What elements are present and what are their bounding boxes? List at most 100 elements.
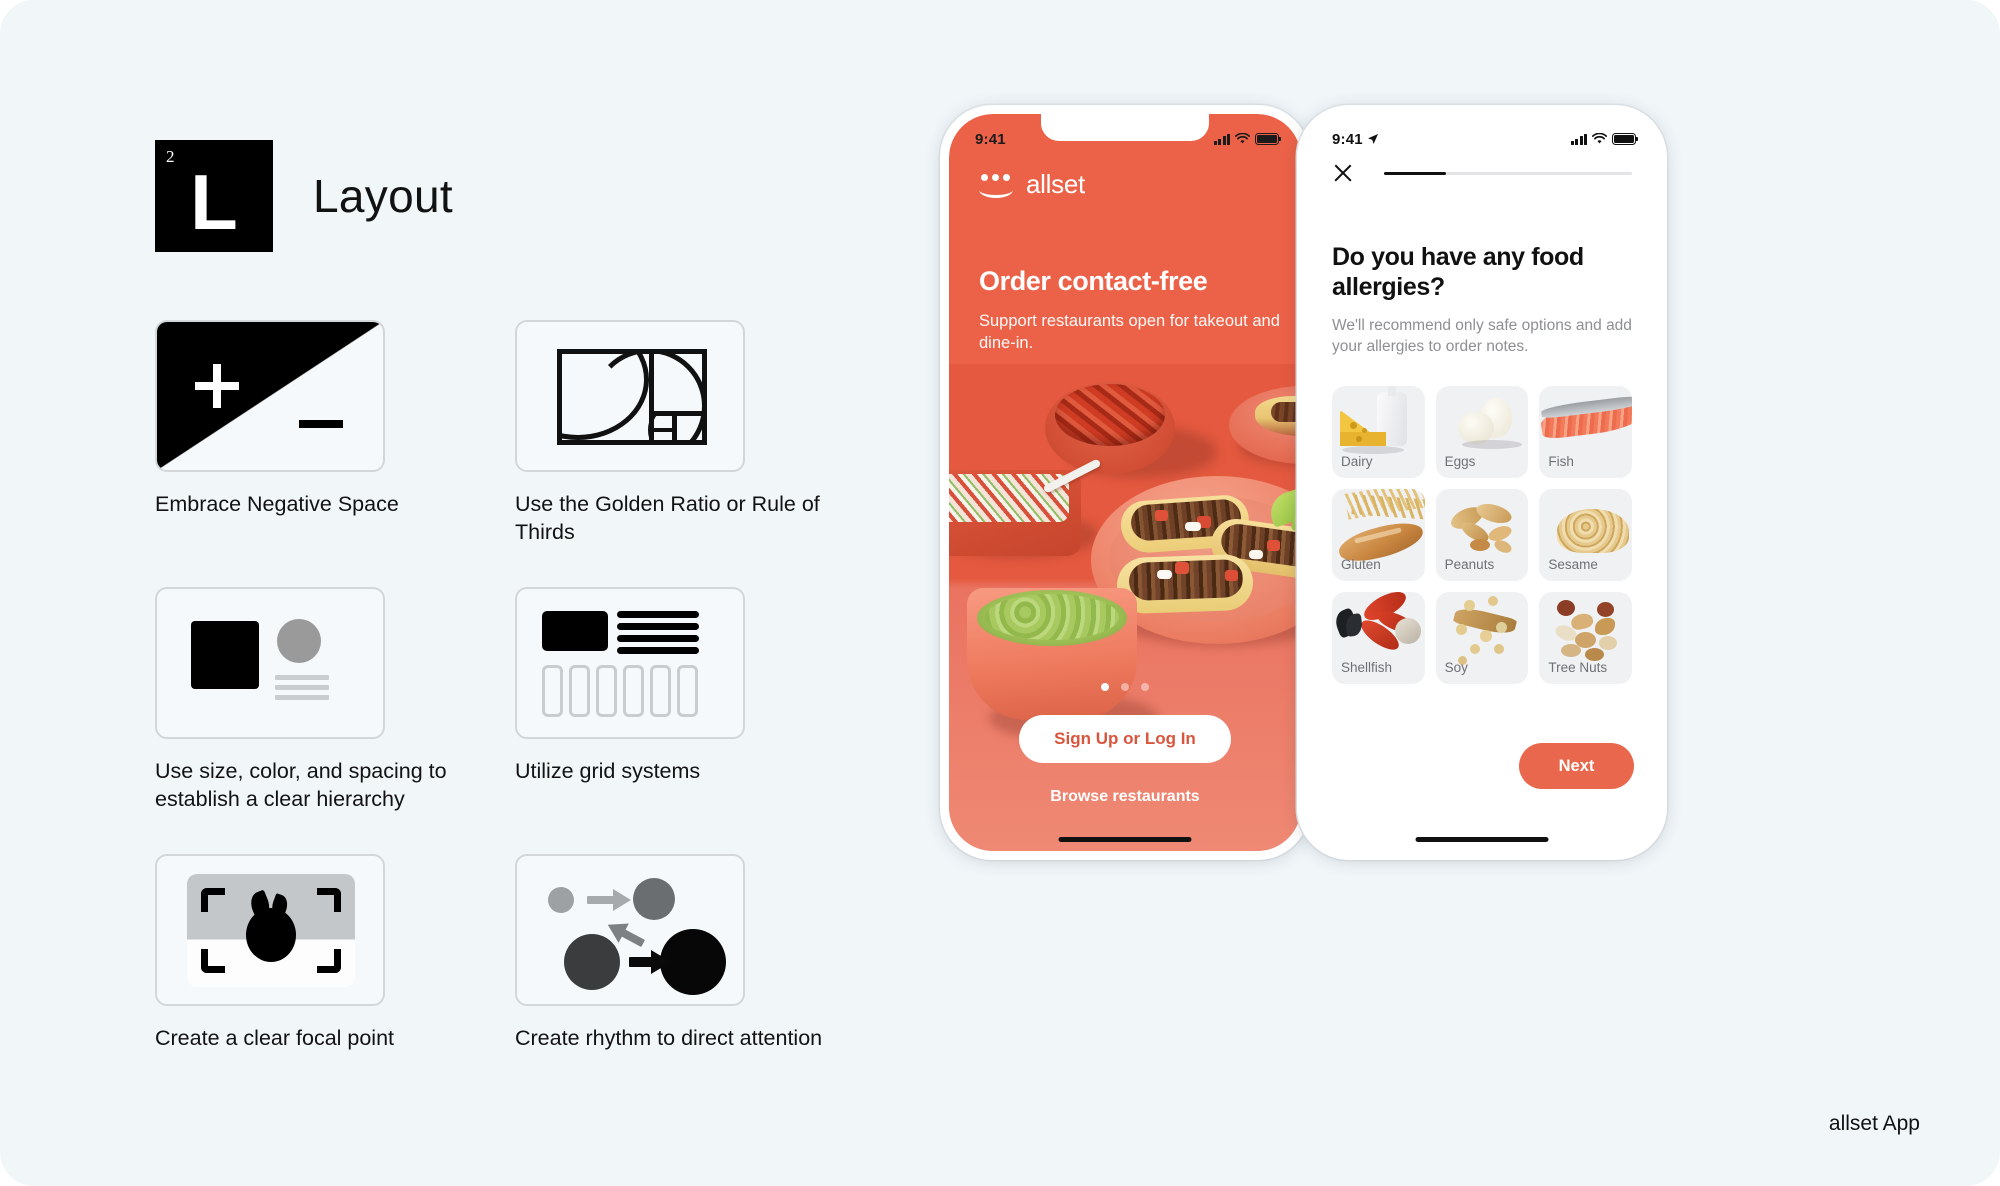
viewfinder-frame xyxy=(187,873,355,987)
status-time: 9:41 xyxy=(975,130,1006,148)
principle-rhythm: Create rhythm to direct attention xyxy=(515,853,835,1052)
plus-icon xyxy=(195,364,239,408)
screen-allergies: 9:41 Do you have any food allergies? We'… xyxy=(1306,114,1658,851)
text-lines-group xyxy=(617,610,699,659)
hierarchy-icon xyxy=(155,586,385,739)
phone-mockup-allergies: 9:41 Do you have any food allergies? We'… xyxy=(1297,105,1667,860)
allset-smile-logo-icon xyxy=(979,173,1013,198)
principle-label: Embrace Negative Space xyxy=(155,492,399,516)
allergy-option-sesame[interactable]: Sesame xyxy=(1539,489,1632,581)
device-notch xyxy=(1041,114,1209,141)
divider-horizontal-small xyxy=(649,428,677,432)
brand-lockup: allset xyxy=(979,169,1085,200)
text-lines-group xyxy=(275,674,329,705)
status-time: 9:41 xyxy=(1332,130,1363,148)
principle-grid-systems: Utilize grid systems xyxy=(515,586,835,814)
battery-icon xyxy=(1255,133,1282,145)
browse-restaurants-link[interactable]: Browse restaurants xyxy=(1050,788,1199,806)
media-block-shape xyxy=(542,610,608,651)
principle-label: Use size, color, and spacing to establis… xyxy=(155,758,447,812)
allergy-option-tree-nuts[interactable]: Tree Nuts xyxy=(1539,592,1632,684)
hero-food-photo xyxy=(949,364,1301,851)
onboarding-topbar xyxy=(1306,162,1658,184)
allergy-label: Fish xyxy=(1548,454,1574,469)
question-header: Do you have any food allergies? We'll re… xyxy=(1332,242,1632,358)
crop-corner-icon xyxy=(201,948,225,973)
status-icons xyxy=(1213,133,1282,145)
section-header: 2 L Layout xyxy=(155,140,835,252)
allergy-option-shellfish[interactable]: Shellfish xyxy=(1332,592,1425,684)
brand-name: allset xyxy=(1026,169,1085,199)
section-badge-letter: L xyxy=(190,158,238,246)
onboarding-progress-bar xyxy=(1384,171,1632,175)
home-indicator xyxy=(1058,837,1192,842)
section-badge: 2 L xyxy=(155,140,273,252)
question-title: Do you have any food allergies? xyxy=(1332,243,1584,301)
allergy-option-gluten[interactable]: Gluten xyxy=(1332,489,1425,581)
pagination-dot-2[interactable] xyxy=(1121,683,1129,691)
rhythm-diagram xyxy=(548,877,726,995)
allergy-option-peanuts[interactable]: Peanuts xyxy=(1435,489,1529,581)
allergy-label: Eggs xyxy=(1444,454,1476,469)
allergy-label: Peanuts xyxy=(1444,557,1495,572)
phone-mockup-onboarding: 9:41 allset Order contact-free Support r… xyxy=(940,105,1310,860)
primary-block-shape xyxy=(191,620,259,689)
question-description: We'll recommend only safe options and ad… xyxy=(1332,317,1632,356)
principle-focal-point: Create a clear focal point xyxy=(155,853,515,1052)
page-title: Layout xyxy=(313,170,453,222)
carousel-pagination[interactable] xyxy=(1101,683,1149,691)
progress-fill xyxy=(1384,171,1446,175)
location-arrow-icon xyxy=(1367,134,1378,144)
slide-canvas: 2 L Layout Embrace Negative Space Use th… xyxy=(0,0,2000,1186)
focal-point-icon xyxy=(155,853,385,1006)
allergy-option-fish[interactable]: Fish xyxy=(1539,386,1632,478)
allergy-option-dairy[interactable]: Dairy xyxy=(1332,386,1425,478)
allergy-label: Soy xyxy=(1444,660,1468,675)
grid-columns-group xyxy=(542,664,698,717)
fruit-icon xyxy=(246,907,296,962)
golden-ratio-icon xyxy=(515,320,745,472)
allergy-label: Dairy xyxy=(1341,454,1373,469)
grid-system-icon xyxy=(515,586,745,739)
pagination-dot-1[interactable] xyxy=(1101,683,1109,691)
status-icons xyxy=(1570,133,1639,145)
principle-label: Utilize grid systems xyxy=(515,758,701,783)
pagination-dot-3[interactable] xyxy=(1141,683,1149,691)
wifi-icon xyxy=(1592,133,1607,144)
golden-rectangle-shape xyxy=(557,349,707,445)
allergy-label: Tree Nuts xyxy=(1548,660,1608,675)
allergy-label: Gluten xyxy=(1341,557,1381,572)
hero-subtitle: Support restaurants open for takeout and… xyxy=(979,312,1280,353)
status-time-group: 9:41 xyxy=(1332,131,1379,148)
diagonal-split-shape xyxy=(157,322,383,470)
principle-label: Create rhythm to direct attention xyxy=(515,1025,823,1050)
status-bar: 9:41 xyxy=(1306,114,1658,154)
home-indicator xyxy=(1415,837,1549,842)
close-x-icon[interactable] xyxy=(1332,162,1354,184)
mockup-caption: allset App xyxy=(1828,1112,1920,1135)
layout-principles-panel: 2 L Layout Embrace Negative Space Use th… xyxy=(155,140,835,1092)
crop-corner-icon xyxy=(317,948,341,973)
allergy-options-grid: Dairy Eggs Fish Gluten Peanuts Sesame Sh… xyxy=(1332,386,1632,684)
allergy-label: Sesame xyxy=(1548,557,1598,572)
crop-corner-icon xyxy=(317,887,341,912)
wifi-icon xyxy=(1235,133,1250,144)
hero-title: Order contact-free xyxy=(979,266,1208,296)
principle-hierarchy: Use size, color, and spacing to establis… xyxy=(155,586,515,814)
principles-grid: Embrace Negative Space Use the Golden Ra… xyxy=(155,320,835,1092)
cellular-signal-icon xyxy=(1213,133,1230,145)
allergy-label: Shellfish xyxy=(1341,660,1393,675)
allergy-option-eggs[interactable]: Eggs xyxy=(1435,386,1529,478)
secondary-circle-shape xyxy=(277,618,321,663)
sign-up-or-log-in-button[interactable]: Sign Up or Log In xyxy=(1019,715,1231,763)
minus-icon xyxy=(299,420,343,428)
principle-negative-space: Embrace Negative Space xyxy=(155,320,515,547)
next-button[interactable]: Next xyxy=(1519,743,1634,789)
rhythm-icon xyxy=(515,853,745,1006)
crop-corner-icon xyxy=(201,887,225,912)
negative-space-icon xyxy=(155,320,385,472)
divider-horizontal xyxy=(649,411,702,416)
screen-hero: 9:41 allset Order contact-free Support r… xyxy=(949,114,1301,851)
principle-label: Use the Golden Ratio or Rule of Thirds xyxy=(515,492,820,545)
allergy-option-soy[interactable]: Soy xyxy=(1435,592,1529,684)
